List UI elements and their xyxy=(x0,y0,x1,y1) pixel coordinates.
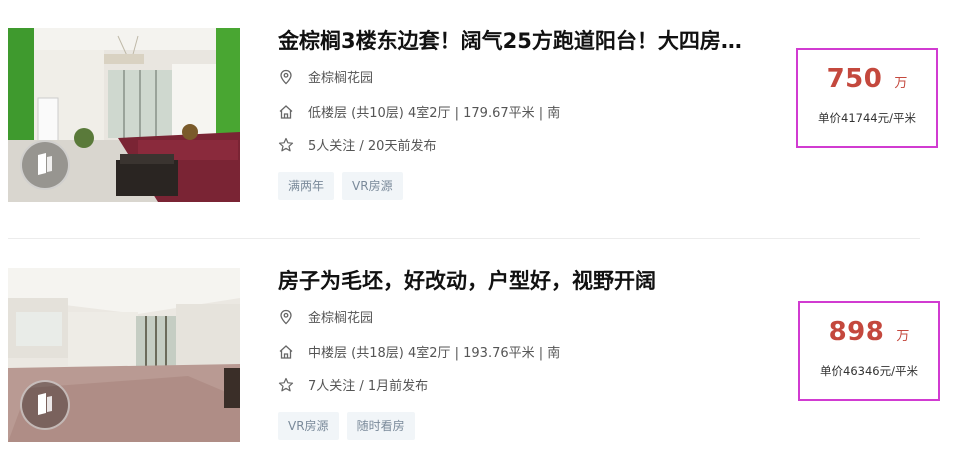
star-icon xyxy=(278,137,294,152)
vr-badge-icon[interactable] xyxy=(20,380,70,430)
house-info-row: 低楼层 (共10层) 4室2厅 | 179.67平米 | 南 xyxy=(278,104,560,124)
house-info: 中楼层 (共18层) 4室2厅 | 193.76平米 | 南 xyxy=(308,346,561,361)
location-pin-icon xyxy=(280,69,292,85)
tag-list: VR房源 随时看房 xyxy=(278,412,423,440)
listing-title[interactable]: 金棕榈3楼东边套！阔气25方跑道阳台！大四房… xyxy=(278,26,778,56)
house-icon xyxy=(279,105,293,119)
price-box: 898 万 单价46346元/平米 xyxy=(798,301,940,401)
follow-info: 7人关注 / 1月前发布 xyxy=(308,379,429,394)
total-price-unit: 万 xyxy=(894,76,908,91)
tag-list: 满两年 VR房源 xyxy=(278,172,411,200)
tag: VR房源 xyxy=(342,172,403,200)
location-pin-icon xyxy=(280,309,292,325)
star-icon xyxy=(278,377,294,392)
vr-badge-icon[interactable] xyxy=(20,140,70,190)
follow-row: 7人关注 / 1月前发布 xyxy=(278,377,428,397)
community-link[interactable]: 金棕榈花园 xyxy=(308,69,373,89)
house-icon xyxy=(279,345,293,359)
total-price-value: 898 xyxy=(828,317,885,347)
divider xyxy=(8,238,920,239)
listing-photo[interactable] xyxy=(8,28,240,202)
house-info-row: 中楼层 (共18层) 4室2厅 | 193.76平米 | 南 xyxy=(278,344,560,364)
follow-info: 5人关注 / 20天前发布 xyxy=(308,139,437,154)
tag: 随时看房 xyxy=(346,412,415,440)
listing-card[interactable]: 金棕榈3楼东边套！阔气25方跑道阳台！大四房… 金棕榈花园 低楼层 (共10层)… xyxy=(0,0,968,215)
total-price: 750 万 xyxy=(798,64,936,94)
listing-card[interactable]: 房子为毛坯，好改动，户型好，视野开阔 金棕榈花园 中楼层 (共18层) 4室2厅… xyxy=(0,240,968,455)
follow-row: 5人关注 / 20天前发布 xyxy=(278,137,436,157)
tag: 满两年 xyxy=(278,172,335,200)
listing-title[interactable]: 房子为毛坯，好改动，户型好，视野开阔 xyxy=(278,266,778,296)
total-price: 898 万 xyxy=(800,317,938,347)
listing-photo[interactable] xyxy=(8,268,240,442)
house-info: 低楼层 (共10层) 4室2厅 | 179.67平米 | 南 xyxy=(308,106,561,121)
price-box: 750 万 单价41744元/平米 xyxy=(796,48,938,148)
location-row: 金棕榈花园 xyxy=(278,69,373,89)
community-link[interactable]: 金棕榈花园 xyxy=(308,309,373,329)
location-row: 金棕榈花园 xyxy=(278,309,373,329)
unit-price: 单价46346元/平米 xyxy=(820,364,918,378)
total-price-value: 750 xyxy=(826,64,883,94)
unit-price: 单价41744元/平米 xyxy=(818,111,916,125)
tag: VR房源 xyxy=(278,412,339,440)
total-price-unit: 万 xyxy=(896,329,910,344)
